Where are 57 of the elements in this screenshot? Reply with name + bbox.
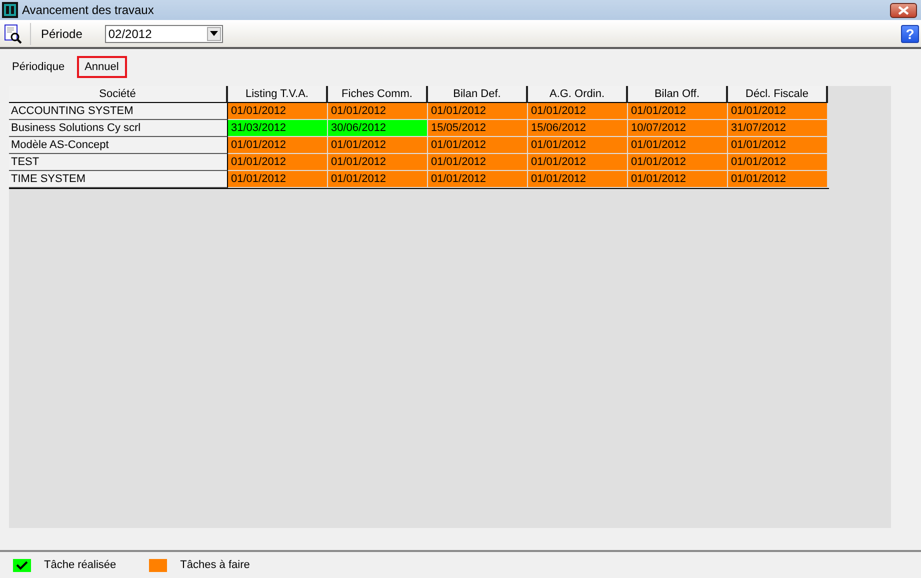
check-icon [13, 558, 31, 572]
legend-label: Tâches à faire [180, 559, 250, 571]
company-cell: ACCOUNTING SYSTEM [9, 103, 228, 120]
date-cell: 01/01/2012 [528, 137, 628, 154]
column-header: A.G. Ordin. [528, 86, 628, 103]
date-cell: 01/01/2012 [228, 154, 328, 171]
company-cell: Modèle AS-Concept [9, 137, 228, 154]
date-cell: 01/01/2012 [228, 103, 328, 120]
date-cell: 01/01/2012 [728, 103, 828, 120]
date-cell: 01/01/2012 [328, 137, 428, 154]
date-cell: 01/01/2012 [528, 154, 628, 171]
date-cell: 15/06/2012 [528, 120, 628, 137]
date-cell: 31/03/2012 [228, 120, 328, 137]
caret-icon [210, 31, 218, 36]
date-cell: 01/01/2012 [328, 171, 428, 188]
close-icon [898, 6, 909, 14]
date-cell: 01/01/2012 [628, 171, 728, 188]
date-cell: 01/01/2012 [628, 154, 728, 171]
date-cell: 10/07/2012 [628, 120, 728, 137]
column-header: Bilan Def. [428, 86, 528, 103]
date-cell: 01/01/2012 [428, 137, 528, 154]
search-icon[interactable] [4, 24, 22, 44]
period-label: Période [41, 26, 82, 40]
date-cell: 01/01/2012 [328, 154, 428, 171]
company-cell: TIME SYSTEM [9, 171, 228, 188]
legend-label: Tâche réalisée [44, 559, 116, 571]
company-cell: Business Solutions Cy scrl [9, 120, 228, 137]
date-cell: 01/01/2012 [228, 171, 328, 188]
tab[interactable]: Annuel [76, 56, 127, 78]
date-cell: 01/01/2012 [328, 103, 428, 120]
date-cell: 01/01/2012 [528, 103, 628, 120]
company-cell: TEST [9, 154, 228, 171]
date-cell: 01/01/2012 [428, 171, 528, 188]
date-cell: 01/01/2012 [628, 103, 728, 120]
column-header: Société [9, 86, 228, 103]
date-cell: 01/01/2012 [728, 171, 828, 188]
app-logo-icon [2, 2, 18, 18]
date-cell: 31/07/2012 [728, 120, 828, 137]
column-header: Fiches Comm. [328, 86, 428, 103]
close-button[interactable] [890, 2, 917, 18]
help-button[interactable]: ? [901, 24, 919, 42]
date-cell: 01/01/2012 [728, 137, 828, 154]
column-header: Bilan Off. [628, 86, 728, 103]
legend-swatch [149, 558, 168, 572]
period-dropdown[interactable]: 02/2012 [105, 24, 224, 42]
date-cell: 30/06/2012 [328, 120, 428, 137]
tab[interactable]: Périodique [4, 56, 73, 78]
date-cell: 01/01/2012 [628, 137, 728, 154]
date-cell: 01/01/2012 [528, 171, 628, 188]
window-title: Avancement des travaux [22, 3, 155, 17]
date-cell: 15/05/2012 [428, 120, 528, 137]
date-cell: 01/01/2012 [728, 154, 828, 171]
column-header: Décl. Fiscale [728, 86, 828, 103]
date-cell: 01/01/2012 [228, 137, 328, 154]
date-cell: 01/01/2012 [428, 103, 528, 120]
date-cell: 01/01/2012 [428, 154, 528, 171]
column-header: Listing T.V.A. [228, 86, 328, 103]
